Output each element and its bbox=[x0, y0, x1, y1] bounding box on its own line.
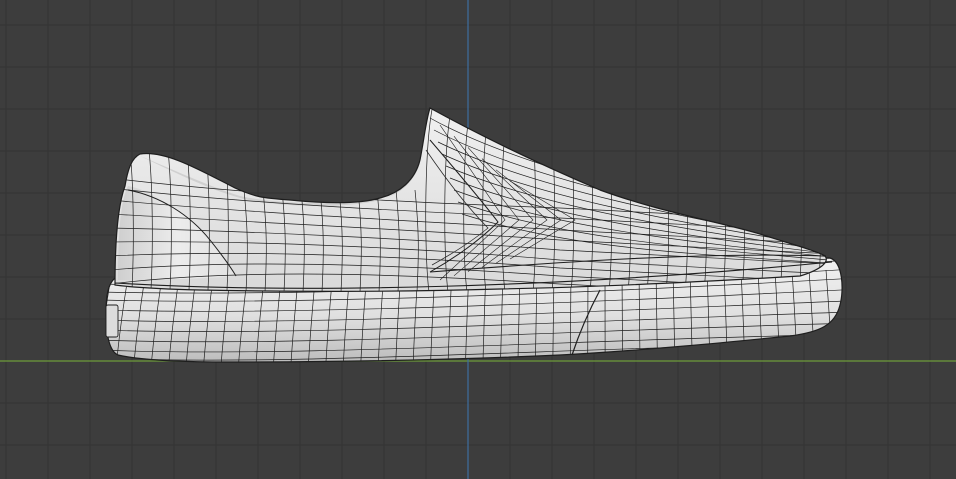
heel-tab bbox=[105, 304, 119, 338]
shoe-mesh[interactable] bbox=[98, 100, 850, 370]
viewport-scene[interactable] bbox=[0, 0, 956, 479]
3d-viewport[interactable] bbox=[0, 0, 956, 479]
